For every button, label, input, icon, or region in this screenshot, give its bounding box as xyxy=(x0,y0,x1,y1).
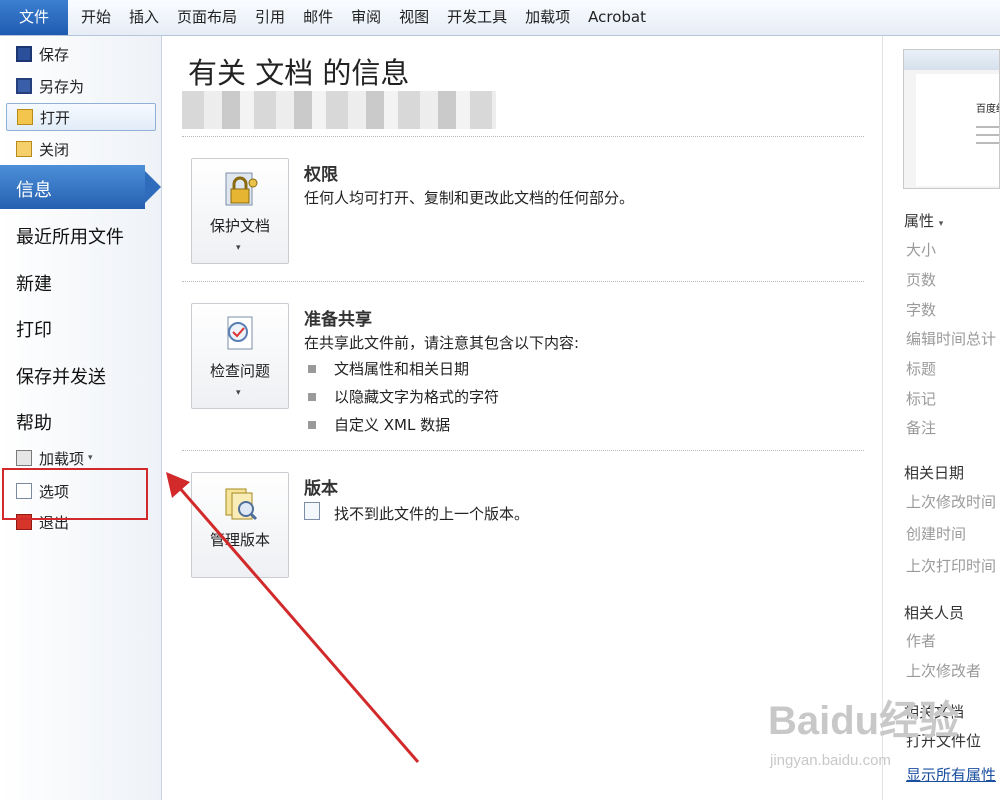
property-words: 字数 xyxy=(906,301,937,319)
bullet xyxy=(308,393,316,401)
check-issues-label: 检查问题 xyxy=(209,362,270,380)
chevron-down-icon: ▾ xyxy=(236,388,241,398)
version-doc-icon xyxy=(304,502,320,520)
open-command[interactable]: 打开 xyxy=(6,103,156,131)
save-as-label: 另存为 xyxy=(39,77,85,96)
preview-page xyxy=(916,74,999,186)
save-command[interactable]: 保存 xyxy=(6,40,156,68)
chevron-down-icon: ▾ xyxy=(236,243,241,253)
date-last-modified: 上次修改时间 xyxy=(906,493,997,511)
tab-review[interactable]: 审阅 xyxy=(342,0,390,35)
divider xyxy=(182,281,864,282)
save-label: 保存 xyxy=(39,45,70,64)
divider xyxy=(182,136,864,137)
manage-versions-label: 管理版本 xyxy=(209,531,270,549)
tab-new[interactable]: 新建 xyxy=(16,270,52,296)
tab-save-send[interactable]: 保存并发送 xyxy=(16,363,106,389)
preview-line xyxy=(976,126,999,128)
related-people-heading: 相关人员 xyxy=(904,604,965,622)
addins-icon xyxy=(16,450,32,466)
tab-help[interactable]: 帮助 xyxy=(16,409,52,435)
property-tags: 标记 xyxy=(906,390,937,408)
tab-file[interactable]: 文件 xyxy=(0,0,68,35)
tab-developer[interactable]: 开发工具 xyxy=(438,0,516,35)
lock-icon xyxy=(225,172,258,206)
ribbon-tab-bar: 文件 开始 插入 页面布局 引用 邮件 审阅 视图 开发工具 加载项 Acrob… xyxy=(0,0,1000,36)
tab-info-label: 信息 xyxy=(16,180,52,201)
save-as-icon xyxy=(16,78,32,94)
tab-home[interactable]: 开始 xyxy=(72,0,120,35)
tab-insert[interactable]: 插入 xyxy=(120,0,168,35)
check-issues-button[interactable]: 检查问题 ▾ xyxy=(191,303,289,409)
related-dates-heading: 相关日期 xyxy=(904,464,965,482)
tab-print[interactable]: 打印 xyxy=(16,316,52,342)
bullet xyxy=(308,421,316,429)
prepare-text: 在共享此文件前，请注意其包含以下内容: xyxy=(304,334,580,352)
close-label: 关闭 xyxy=(39,140,70,159)
date-last-printed: 上次打印时间 xyxy=(906,557,997,575)
page-title: 有关 文档 的信息 xyxy=(188,56,410,90)
baidu-watermark: Baidu经验 jingyan.baidu.com xyxy=(760,680,1000,780)
watermark-url: jingyan.baidu.com xyxy=(770,752,891,769)
open-label: 打开 xyxy=(40,108,71,127)
tab-addins[interactable]: 加载项 xyxy=(516,0,579,35)
prepare-item: 文档属性和相关日期 xyxy=(334,360,470,378)
divider xyxy=(182,450,864,451)
chevron-down-icon: ▾ xyxy=(938,219,944,229)
property-title: 标题 xyxy=(906,360,937,378)
tab-mailings[interactable]: 邮件 xyxy=(294,0,342,35)
date-created: 创建时间 xyxy=(906,525,967,543)
ribbon-tabs: 开始 插入 页面布局 引用 邮件 审阅 视图 开发工具 加载项 Acrobat xyxy=(72,0,655,35)
people-last-modified-by: 上次修改者 xyxy=(906,662,982,680)
document-preview-thumbnail[interactable]: 百度经 xyxy=(903,49,1000,189)
prepare-item: 自定义 XML 数据 xyxy=(334,416,451,434)
properties-heading-label: 属性 xyxy=(904,212,935,230)
watermark-logo: Baidu经验 xyxy=(768,699,960,743)
preview-line xyxy=(976,142,999,144)
tab-acrobat[interactable]: Acrobat xyxy=(579,0,655,35)
prepare-item: 以隐藏文字为格式的字符 xyxy=(334,388,500,406)
manage-versions-button[interactable]: 管理版本 xyxy=(191,472,289,578)
addins-label: 加载项 xyxy=(39,449,85,468)
inspect-document-icon xyxy=(227,316,253,350)
tab-view[interactable]: 视图 xyxy=(390,0,438,35)
tab-page-layout[interactable]: 页面布局 xyxy=(168,0,246,35)
versions-heading: 版本 xyxy=(304,479,338,499)
protect-document-button[interactable]: 保护文档 ▾ xyxy=(191,158,289,264)
protect-document-label: 保护文档 xyxy=(209,217,270,235)
permissions-heading: 权限 xyxy=(304,165,338,185)
file-path-blurred xyxy=(182,91,496,129)
prepare-heading: 准备共享 xyxy=(304,310,372,330)
preview-text: 百度经 xyxy=(976,104,999,115)
preview-line xyxy=(976,134,999,136)
save-icon xyxy=(16,46,32,62)
chevron-down-icon: ▾ xyxy=(88,453,93,463)
preview-toolbar xyxy=(904,50,999,70)
close-command[interactable]: 关闭 xyxy=(6,135,156,163)
options-highlight-box xyxy=(2,468,148,520)
property-comments: 备注 xyxy=(906,419,937,437)
property-pages: 页数 xyxy=(906,271,937,289)
close-folder-icon xyxy=(16,141,32,157)
open-folder-icon xyxy=(17,109,33,125)
tab-recent[interactable]: 最近所用文件 xyxy=(16,223,124,249)
versions-text: 找不到此文件的上一个版本。 xyxy=(334,505,530,523)
permissions-text: 任何人均可打开、复制和更改此文档的任何部分。 xyxy=(304,189,635,207)
versions-icon xyxy=(225,488,258,521)
properties-heading[interactable]: 属性 ▾ xyxy=(904,210,943,231)
people-author: 作者 xyxy=(906,632,937,650)
bullet xyxy=(308,365,316,373)
property-size: 大小 xyxy=(906,241,937,259)
save-as-command[interactable]: 另存为 xyxy=(6,72,156,100)
property-edit-time: 编辑时间总计 xyxy=(906,330,997,348)
tab-references[interactable]: 引用 xyxy=(246,0,294,35)
